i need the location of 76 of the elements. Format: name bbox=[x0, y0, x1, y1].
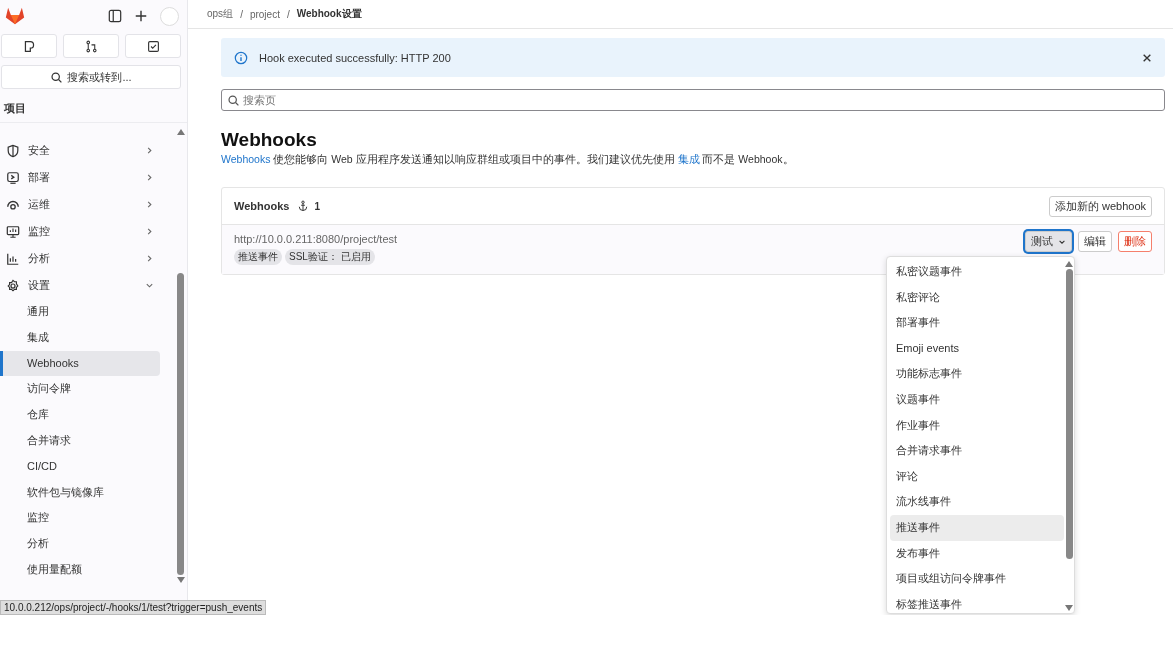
webhook-url: http://10.0.0.211:8080/project/test bbox=[234, 232, 399, 245]
anchor-icon bbox=[297, 200, 310, 212]
delete-button[interactable]: 删除 bbox=[1118, 231, 1152, 252]
checkbox-icon bbox=[146, 39, 160, 53]
integrations-link[interactable]: 集成 bbox=[677, 153, 700, 165]
chart-icon bbox=[6, 251, 20, 266]
menu-item[interactable]: 项目或组访问令牌事件 bbox=[890, 566, 1064, 592]
add-webhook-button[interactable]: 添加新的 webhook bbox=[1048, 195, 1152, 217]
chevron-right-icon bbox=[145, 200, 154, 209]
alert-message: Hook executed successfully: HTTP 200 bbox=[259, 51, 452, 64]
test-dropdown-button[interactable]: 测试 bbox=[1025, 231, 1072, 252]
search-field[interactable]: 搜索页 bbox=[221, 89, 1165, 111]
nav-subitem[interactable]: 使用量配额 bbox=[0, 556, 160, 583]
edit-button[interactable]: 编辑 bbox=[1078, 231, 1112, 252]
nav-item[interactable]: 运维 bbox=[0, 191, 176, 218]
info-icon bbox=[234, 50, 248, 65]
breadcrumb-link[interactable]: ops组 bbox=[207, 7, 234, 21]
issues-icon bbox=[22, 39, 36, 53]
breadcrumb-separator: / bbox=[240, 8, 243, 20]
chevron-right-icon bbox=[145, 227, 154, 236]
search-icon bbox=[50, 70, 64, 84]
menu-item[interactable]: 发布事件 bbox=[890, 540, 1064, 567]
nav-subitem[interactable]: 集成 bbox=[0, 324, 160, 351]
page-heading: Webhooks bbox=[221, 129, 318, 151]
menu-item[interactable]: 私密评论 bbox=[890, 284, 1064, 311]
sidebar-toggle-icon[interactable] bbox=[108, 9, 122, 23]
breadcrumb-link[interactable]: Webhook设置 bbox=[296, 7, 362, 21]
menu-item[interactable]: 合并请求事件 bbox=[890, 438, 1064, 464]
nav-item[interactable]: 设置 bbox=[0, 272, 176, 299]
nav-subitem[interactable]: 仓库 bbox=[0, 402, 160, 428]
deploy-icon bbox=[6, 170, 20, 185]
card-title: Webhooks bbox=[234, 200, 290, 212]
nav-subitem[interactable]: 合并请求 bbox=[0, 428, 160, 454]
menu-item[interactable]: 私密议题事件 bbox=[890, 259, 1064, 285]
nav-item[interactable]: 分析 bbox=[0, 245, 176, 272]
event-badge: SSL验证： 已启用 bbox=[285, 248, 375, 265]
menu-item[interactable]: 推送事件 bbox=[890, 514, 1064, 541]
chevron-right-icon bbox=[145, 146, 154, 155]
nav-item[interactable]: 部署 bbox=[0, 164, 176, 191]
close-icon[interactable] bbox=[1142, 52, 1152, 63]
menu-item[interactable]: 功能标志事件 bbox=[890, 361, 1064, 387]
menu-item[interactable]: 评论 bbox=[890, 463, 1064, 490]
nav-subitem[interactable]: Webhooks bbox=[0, 350, 160, 377]
menu-item[interactable]: 作业事件 bbox=[890, 412, 1064, 439]
event-badge: 推送事件 bbox=[234, 248, 282, 265]
breadcrumb-link[interactable]: project bbox=[249, 8, 280, 20]
nav-subitem[interactable]: 通用 bbox=[0, 299, 160, 325]
breadcrumb-separator: / bbox=[286, 8, 290, 20]
gear-icon bbox=[6, 278, 20, 293]
webhook-count: 1 bbox=[314, 200, 320, 212]
menu-item[interactable]: 流水线事件 bbox=[890, 489, 1064, 515]
menu-item[interactable]: 标签推送事件 bbox=[890, 591, 1064, 613]
chevron-right-icon bbox=[145, 254, 154, 263]
shield-icon bbox=[6, 143, 20, 158]
nav-item[interactable]: 监控 bbox=[0, 218, 176, 245]
nav-subitem[interactable]: 软件包与镜像库 bbox=[0, 479, 160, 506]
nav-subitem[interactable]: 分析 bbox=[0, 531, 160, 557]
chevron-right-icon bbox=[145, 173, 154, 182]
plus-icon[interactable] bbox=[134, 9, 148, 23]
status-url: 10.0.0.212/ops/project/-/hooks/1/test?trigger=push_events bbox=[0, 600, 267, 615]
merge-request-icon bbox=[84, 39, 98, 53]
issues-button[interactable] bbox=[1, 34, 57, 58]
search-button[interactable]: 搜索或转到... bbox=[1, 65, 181, 89]
menu-item[interactable]: 议题事件 bbox=[890, 386, 1064, 413]
merge-requests-button[interactable] bbox=[63, 34, 119, 58]
nav-item[interactable]: 安全 bbox=[0, 137, 176, 164]
monitor-icon bbox=[6, 224, 20, 239]
description: Webhooks 使您能够向 Web 应用程序发送通知以响应群组或项目中的事件。我们建议优先使用 集成 而不是 Webhook。 bbox=[221, 153, 795, 167]
menu-item[interactable]: Emoji events bbox=[890, 335, 1064, 362]
menu-item[interactable]: 部署事件 bbox=[890, 310, 1064, 336]
todo-button[interactable] bbox=[125, 34, 181, 58]
webhooks-link[interactable]: Webhooks bbox=[221, 153, 271, 165]
nav-subitem[interactable]: CI/CD bbox=[0, 453, 160, 480]
chevron-down-icon bbox=[145, 281, 154, 290]
nav-subitem[interactable]: 访问令牌 bbox=[0, 376, 160, 403]
nav-subitem[interactable]: 监控 bbox=[0, 505, 160, 532]
